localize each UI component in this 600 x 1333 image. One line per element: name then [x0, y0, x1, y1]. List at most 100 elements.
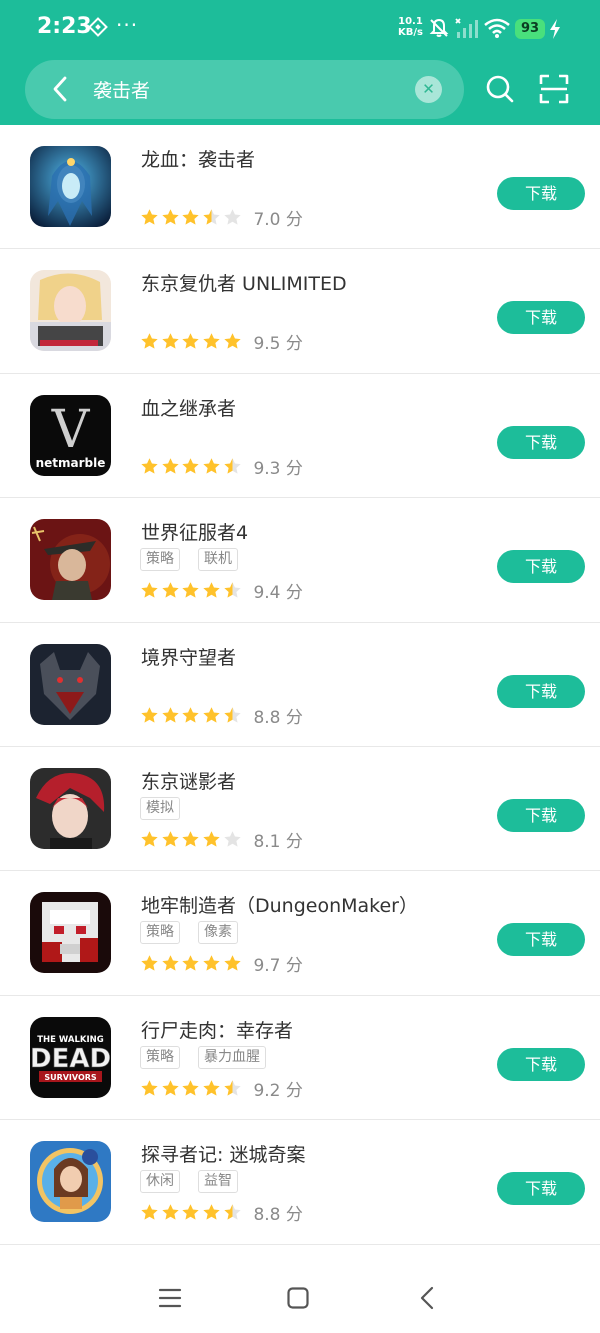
download-button[interactable]: 下载: [497, 1172, 585, 1206]
icon-logo-text: V: [51, 400, 91, 460]
app-icon-dungeon-maker[interactable]: [30, 892, 111, 974]
app-name: 龙血：袭击者: [141, 149, 256, 171]
app-tags: 休闲 益智: [140, 1170, 238, 1194]
app-tag: 策略: [140, 1045, 180, 1069]
app-rating: 8.8 分: [140, 703, 303, 728]
rating-star-icon: [141, 955, 158, 971]
search-icon[interactable]: [485, 74, 515, 104]
app-tag: 像素: [198, 921, 238, 945]
search-box[interactable]: ✕: [25, 60, 464, 119]
download-button[interactable]: 下载: [497, 798, 585, 832]
back-arrow-icon[interactable]: [45, 74, 75, 104]
app-list-item[interactable]: 探寻者记: 迷城奇案 休闲 益智 8.8 分 下载: [0, 1120, 600, 1245]
rating-star-icon: [141, 1080, 158, 1096]
download-button[interactable]: 下载: [497, 674, 585, 708]
app-name: 血之继承者: [141, 397, 237, 420]
wifi-icon: [484, 18, 510, 38]
app-icon-tokyo-mystery[interactable]: [30, 767, 111, 849]
app-tags: 策略 暴力血腥: [140, 1045, 266, 1069]
app-rating: 9.2 分: [140, 1076, 303, 1101]
status-time: 2:23: [37, 14, 92, 39]
app-tag: 策略: [140, 921, 180, 945]
app-list-item[interactable]: 龙血：袭击者 7.0 分 下载: [0, 125, 600, 250]
rating-score: 8.8 分: [253, 1205, 303, 1226]
rating-star-icon: [203, 955, 220, 971]
app-rating: 9.3 分: [140, 454, 303, 479]
rating-score: 8.8 分: [253, 707, 303, 728]
recent-apps-icon[interactable]: [158, 1286, 182, 1310]
rating-star-icon: [141, 209, 158, 225]
rating-star-icon: [162, 458, 179, 474]
download-button[interactable]: 下载: [497, 177, 585, 210]
home-icon[interactable]: [286, 1286, 310, 1310]
rating-star-icon: [182, 458, 200, 474]
battery-indicator: 93: [515, 19, 545, 39]
download-button[interactable]: 下载: [497, 301, 585, 335]
app-icon-realm-watcher[interactable]: [30, 643, 111, 725]
charging-icon: [550, 19, 560, 39]
rating-star-icon: [182, 1204, 200, 1220]
system-back-icon[interactable]: [415, 1285, 439, 1311]
rating-score: 9.7 分: [253, 956, 303, 977]
status-bar: 2:23 ··· 10.1 KB/s 93: [0, 0, 600, 58]
network-speed-value: 10.1: [398, 16, 423, 27]
top-header: 2:23 ··· 10.1 KB/s 93 袭击者 ✕: [0, 0, 600, 125]
rating-star-icon: [182, 209, 200, 225]
app-icon-blood-raider[interactable]: [30, 146, 111, 227]
rating-star-icon: [182, 706, 200, 723]
app-icon-walking-dead[interactable]: THE WALKING DEAD SURVIVORS: [30, 1016, 111, 1098]
app-icon-seekers-notes[interactable]: [30, 1141, 111, 1223]
app-rating: 7.0 分: [140, 205, 303, 230]
app-rating: 9.5 分: [140, 329, 303, 354]
rating-star-icon: [203, 582, 220, 598]
download-button[interactable]: 下载: [497, 550, 585, 584]
app-name: 东京谜影者: [141, 770, 237, 793]
icon-title-main: DEAD: [30, 1044, 111, 1074]
app-list-item[interactable]: 世界征服者4 策略 联机 9.4 分 下载: [0, 498, 600, 623]
app-icon-world-conqueror[interactable]: [30, 519, 111, 601]
rating-score: 9.4 分: [253, 583, 303, 604]
download-button[interactable]: 下载: [497, 425, 585, 459]
mute-bell-icon: [429, 18, 449, 37]
rating-star-icon: [182, 831, 200, 847]
app-name: 世界征服者4: [141, 522, 249, 545]
app-list-item[interactable]: 地牢制造者（DungeonMaker） 策略 像素 9.7 分 下载: [0, 871, 600, 996]
app-list-item[interactable]: 东京谜影者 模拟 8.1 分 下载: [0, 747, 600, 872]
rating-star-icon: [162, 1204, 179, 1220]
rating-star-icon: [182, 955, 200, 971]
rating-score: 9.5 分: [253, 334, 303, 355]
rating-star-icon: [162, 706, 179, 723]
rating-star-icon: [182, 582, 200, 598]
rating-star-icon: [203, 1080, 220, 1096]
app-icon-blood-heir[interactable]: V netmarble: [30, 394, 111, 476]
app-list-item[interactable]: THE WALKING DEAD SURVIVORS 行尸走肉：幸存者 策略 暴…: [0, 996, 600, 1121]
more-notifications-icon: ···: [116, 13, 139, 37]
rating-star-icon: [162, 1080, 179, 1096]
system-navigation-bar: [0, 1248, 600, 1333]
app-icon-tokyo-revengers[interactable]: [30, 270, 111, 352]
app-list-item[interactable]: 境界守望者 8.8 分 下载: [0, 623, 600, 747]
scan-icon[interactable]: [538, 73, 570, 105]
app-rating: 9.7 分: [140, 951, 303, 976]
rating-star-icon: [224, 209, 241, 225]
app-list-item[interactable]: V netmarble 血之继承者 9.3 分 下载: [0, 374, 600, 499]
rating-star-icon: [224, 458, 241, 474]
search-input[interactable]: [93, 72, 403, 106]
download-button[interactable]: 下载: [497, 1047, 585, 1081]
rating-star-icon: [162, 831, 179, 847]
rating-star-icon: [224, 1080, 241, 1096]
app-tag: 联机: [198, 548, 238, 572]
app-tags: 模拟: [140, 796, 180, 820]
rating-star-icon: [224, 333, 241, 350]
rating-star-icon: [203, 706, 220, 723]
download-button[interactable]: 下载: [497, 923, 585, 957]
clear-search-icon[interactable]: ✕: [415, 76, 442, 103]
app-rating: 8.8 分: [140, 1200, 303, 1225]
rating-star-icon: [141, 458, 158, 474]
rating-score: 9.2 分: [253, 1080, 303, 1101]
rating-star-icon: [224, 1204, 241, 1220]
network-speed: 10.1 KB/s: [398, 16, 423, 38]
rating-star-icon: [224, 831, 241, 847]
app-list-item[interactable]: 东京复仇者 UNLIMITED 9.5 分 下载: [0, 249, 600, 374]
rating-star-icon: [141, 831, 158, 847]
